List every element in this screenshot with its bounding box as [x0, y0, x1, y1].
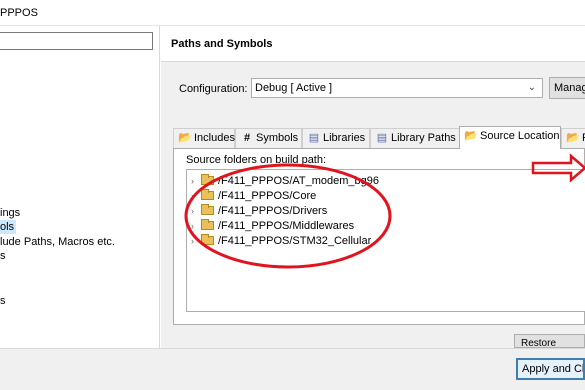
source-folders-list[interactable]: ›/F411_PPPOS/AT_modem_bg96 ›/F411_PPPOS/…: [186, 169, 585, 312]
list-item[interactable]: ›/F411_PPPOS/AT_modem_bg96: [191, 174, 379, 189]
list-item[interactable]: ›/F411_PPPOS/STM32_Cellular: [191, 234, 371, 249]
tab-references[interactable]: 📂R: [561, 128, 585, 148]
dialog-footer: Apply and Clo: [0, 348, 585, 390]
list-item[interactable]: ›/F411_PPPOS/Core: [191, 189, 316, 204]
list-item[interactable]: ›/F411_PPPOS/Drivers: [191, 204, 327, 219]
hash-icon: #: [243, 132, 251, 144]
folder-icon: [201, 174, 214, 185]
chevron-right-icon[interactable]: ›: [191, 219, 201, 234]
chevron-right-icon[interactable]: ›: [191, 204, 201, 219]
folder-icon: [201, 189, 214, 200]
libraries-icon: ▤: [308, 132, 320, 144]
restore-defaults-button[interactable]: Restore Default: [514, 334, 585, 348]
chevron-right-icon[interactable]: ›: [191, 234, 201, 249]
window-title: PPPOS: [0, 7, 38, 19]
properties-panel: Paths and Symbols Configuration: Debug […: [161, 26, 585, 348]
tab-symbols[interactable]: # Symbols: [235, 128, 302, 148]
tab-library-paths[interactable]: ▤ Library Paths: [370, 128, 460, 148]
source-location-panel: Source folders on build path: ›/F411_PPP…: [173, 148, 585, 325]
configuration-select[interactable]: Debug [ Active ] ⌄: [251, 78, 543, 98]
tree-item-include-paths[interactable]: lude Paths, Macros etc.: [0, 235, 115, 249]
tree-item-s1[interactable]: s: [0, 249, 6, 263]
tree-item-s2[interactable]: s: [0, 294, 6, 308]
configuration-value: Debug [ Active ]: [255, 82, 333, 94]
configuration-label: Configuration:: [179, 83, 248, 95]
page-title: Paths and Symbols: [171, 38, 273, 50]
folder-icon: [201, 234, 214, 245]
library-paths-icon: ▤: [376, 132, 388, 144]
folder-icon: 📂: [464, 130, 478, 142]
source-folders-label: Source folders on build path:: [186, 154, 327, 166]
tab-source-location[interactable]: 📂 Source Location: [459, 126, 561, 149]
folder-icon: [201, 219, 214, 230]
manage-configurations-button[interactable]: Manag: [549, 77, 585, 99]
chevron-right-icon[interactable]: ›: [191, 189, 201, 204]
tab-libraries[interactable]: ▤ Libraries: [302, 128, 370, 148]
settings-tree-pane: ings ols lude Paths, Macros etc. s s: [0, 26, 160, 348]
filter-input[interactable]: [0, 32, 153, 50]
tree-item-settings[interactable]: ings: [0, 206, 20, 220]
panel-header: Paths and Symbols: [161, 26, 585, 62]
list-item[interactable]: ›/F411_PPPOS/Middlewares: [191, 219, 354, 234]
includes-icon: 📂: [178, 132, 192, 144]
tab-includes[interactable]: 📂 Includes: [173, 128, 235, 148]
window-titlebar: PPPOS: [0, 0, 585, 26]
chevron-down-icon: ⌄: [527, 82, 536, 93]
folder-icon: [201, 204, 214, 215]
apply-and-close-button[interactable]: Apply and Clo: [516, 358, 585, 380]
chevron-right-icon[interactable]: ›: [191, 174, 201, 189]
tree-item-paths-symbols[interactable]: ols: [0, 220, 16, 234]
refs-icon: 📂: [566, 132, 580, 144]
